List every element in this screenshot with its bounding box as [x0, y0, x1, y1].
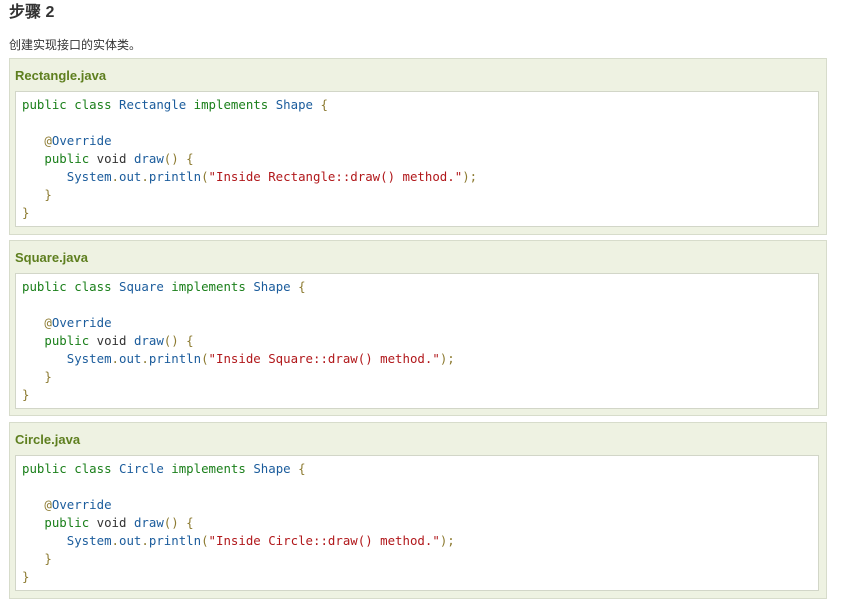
- code-block[interactable]: public class Square implements Shape { @…: [15, 273, 819, 409]
- code-line: System.out.println("Inside Circle::draw(…: [66, 533, 455, 548]
- code-line: public void draw() {: [44, 151, 194, 166]
- code-line: }: [44, 551, 52, 566]
- code-block[interactable]: public class Circle implements Shape { @…: [15, 455, 819, 591]
- interface-name: Shape: [253, 461, 291, 476]
- step-title: 步骤 2: [9, 4, 55, 21]
- class-name: Rectangle: [119, 97, 187, 112]
- code-line: public class Rectangle implements Shape …: [22, 97, 328, 112]
- example-filename: Circle.java: [15, 432, 81, 447]
- code-line: public class Square implements Shape {: [22, 279, 306, 294]
- string-literal: "Inside Rectangle::draw() method.": [208, 169, 463, 184]
- code-line: public void draw() {: [44, 515, 194, 530]
- string-literal: "Inside Circle::draw() method.": [208, 533, 440, 548]
- code-line: public class Circle implements Shape {: [22, 461, 306, 476]
- code-line: System.out.println("Inside Rectangle::dr…: [66, 169, 478, 184]
- code-line: }: [22, 569, 30, 584]
- code-line: }: [22, 205, 30, 220]
- code-line: public void draw() {: [44, 333, 194, 348]
- code-line: }: [44, 369, 52, 384]
- code-line: }: [22, 387, 30, 402]
- class-name: Circle: [119, 461, 164, 476]
- code-example-square: Square.java public class Square implemen…: [9, 240, 827, 416]
- class-name: Square: [119, 279, 164, 294]
- code-line: System.out.println("Inside Square::draw(…: [66, 351, 455, 366]
- example-filename: Rectangle.java: [15, 68, 107, 83]
- step-description: 创建实现接口的实体类。: [9, 38, 142, 52]
- interface-name: Shape: [275, 97, 314, 112]
- code-example-circle: Circle.java public class Circle implemen…: [9, 422, 827, 599]
- string-literal: "Inside Square::draw() method.": [208, 351, 440, 366]
- code-line: @Override: [44, 497, 112, 512]
- code-line: @Override: [44, 315, 112, 330]
- code-line: }: [44, 187, 52, 202]
- code-block[interactable]: public class Rectangle implements Shape …: [15, 91, 819, 227]
- code-line: @Override: [44, 133, 112, 148]
- code-example-rectangle: Rectangle.java public class Rectangle im…: [9, 58, 827, 235]
- example-filename: Square.java: [15, 250, 88, 265]
- interface-name: Shape: [253, 279, 291, 294]
